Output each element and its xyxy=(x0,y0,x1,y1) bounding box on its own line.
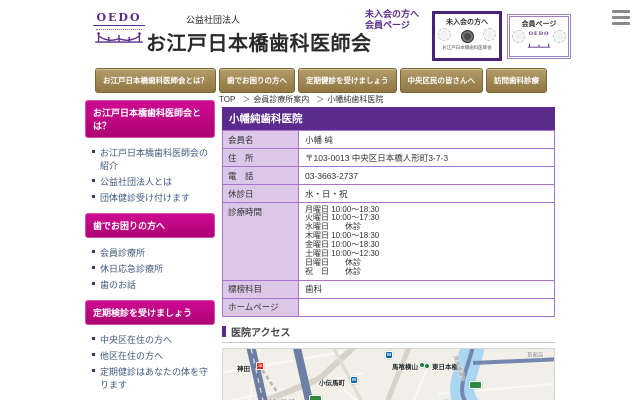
section-bar-icon xyxy=(222,326,226,337)
flower-decoration-icon xyxy=(553,30,566,43)
bullet-icon xyxy=(92,195,95,198)
toei-station-icon xyxy=(424,363,430,369)
banner-title: 会員ページ xyxy=(510,19,568,29)
logo-subtext-line xyxy=(96,27,142,30)
main-nav: お江戸日本橋歯科医師会とは？ 歯でお困りの方へ 定期健診を受けましょう 中央区民… xyxy=(95,68,547,93)
flower-decoration-icon xyxy=(438,28,451,41)
main-content: 小幡純歯科医院 会員名小幡 純 住 所〒103-0013 中央区日本橋人形町3-… xyxy=(222,107,555,400)
flower-decoration-icon xyxy=(483,28,496,41)
nav-about-button[interactable]: お江戸日本橋歯科医師会とは？ xyxy=(95,68,216,93)
clinic-info-table: 会員名小幡 純 住 所〒103-0013 中央区日本橋人形町3-7-3 電 話0… xyxy=(222,130,555,317)
menu-icon[interactable] xyxy=(612,10,630,28)
map-label-station: 馬喰横山 xyxy=(392,361,418,371)
bullet-icon xyxy=(92,353,95,356)
sidebar-header-checkup[interactable]: 定期検診を受けましょう xyxy=(85,300,215,325)
breadcrumb-current: 小幡純歯科医院 xyxy=(327,95,383,104)
dental-association-page: OEDO 公益社団法人 お江戸日本橋歯科医師会 未入会の方へ 会員ページ 未入会… xyxy=(0,0,640,400)
member-page-banner[interactable]: 会員ページ OEDO お江戸日本橋歯科医師会 xyxy=(507,14,571,59)
seal-emblem-icon xyxy=(461,30,474,43)
table-row: 住 所〒103-0013 中央区日本橋人形町3-7-3 xyxy=(223,149,555,167)
banner-caption: お江戸日本橋歯科医師会 xyxy=(435,45,499,51)
table-row: 電 話03-3663-2737 xyxy=(223,167,555,185)
member-links: 未入会の方へ 会員ページ xyxy=(365,9,419,32)
sidebar-item[interactable]: 休日応急診療所 xyxy=(92,260,215,276)
metro-station-icon: M xyxy=(350,376,358,384)
bullet-icon xyxy=(92,282,95,285)
map-label-station: 小伝馬町 xyxy=(319,377,345,387)
sidebar: お江戸日本橋歯科医師会とは？ お江戸日本橋歯科医師会の紹介 公益社団法人とは 団… xyxy=(85,100,215,400)
breadcrumb: TOP＞会員診療所案内＞小幡純歯科医院 xyxy=(219,94,383,105)
sidebar-item[interactable]: 会員診療所 xyxy=(92,244,215,260)
clinic-title: 小幡純歯科医院 xyxy=(222,107,555,130)
bullet-icon xyxy=(92,369,95,372)
sidebar-item[interactable]: 公益社団法人とは xyxy=(92,173,215,189)
route-shield-icon xyxy=(309,395,322,400)
nav-home-visit-button[interactable]: 訪問歯科診療 xyxy=(486,68,547,93)
sidebar-item[interactable]: 団体健診受け付けます xyxy=(92,189,215,205)
access-section-header: 医院アクセス xyxy=(222,324,555,343)
map-label-station: 新日本橋 xyxy=(269,397,295,400)
breadcrumb-clinic-list-link[interactable]: 会員診療所案内 xyxy=(253,95,309,104)
table-row: 休診日水・日・祝 xyxy=(223,185,555,203)
nonmember-banner[interactable]: 未入会の方へ お江戸日本橋歯科医師会 xyxy=(432,11,502,61)
sidebar-item[interactable]: 中央区在住の方へ xyxy=(92,331,215,347)
logo-oedo-text: OEDO xyxy=(93,11,145,26)
table-row: 標榜科目歯科 xyxy=(223,280,555,298)
map-label-road: 首都高 xyxy=(527,351,544,359)
sidebar-item[interactable]: 定期健診はあなたの体を守ります xyxy=(92,363,215,392)
nonmember-link[interactable]: 未入会の方へ xyxy=(365,9,419,19)
bullet-icon xyxy=(92,179,95,182)
sidebar-header-tooth-trouble[interactable]: 歯でお困りの方へ xyxy=(85,213,215,238)
bridge-icon xyxy=(527,42,551,50)
jr-station-icon: JR xyxy=(256,362,264,370)
bridge-icon xyxy=(93,31,145,48)
table-row: 会員名小幡 純 xyxy=(223,131,555,149)
banner-title: 未入会の方へ xyxy=(435,17,499,27)
bullet-icon xyxy=(92,150,95,153)
sidebar-item[interactable]: お江戸日本橋歯科医師会の紹介 xyxy=(92,144,215,173)
sidebar-header-about[interactable]: お江戸日本橋歯科医師会とは？ xyxy=(85,100,215,138)
route-shield-icon xyxy=(469,381,482,389)
bullet-icon xyxy=(92,250,95,253)
breadcrumb-top-link[interactable]: TOP xyxy=(219,95,235,104)
sidebar-item[interactable]: 歯のお話 xyxy=(92,276,215,292)
nav-chuo-residents-button[interactable]: 中央区民の皆さんへ xyxy=(400,68,484,93)
bullet-icon xyxy=(92,337,95,340)
metro-station-icon: M xyxy=(385,351,393,359)
map-embed[interactable]: 神田 JR 小伝馬町 M M 馬喰横山 東日本橋 新日本橋 三越前 M TOHO… xyxy=(222,348,555,400)
sidebar-item[interactable]: 他区在住の方へ xyxy=(92,347,215,363)
site-logo[interactable]: OEDO xyxy=(93,11,145,53)
member-page-link[interactable]: 会員ページ xyxy=(365,20,410,30)
banner-caption: お江戸日本橋歯科医師会 xyxy=(510,57,568,59)
flower-decoration-icon xyxy=(512,30,525,43)
nav-tooth-trouble-button[interactable]: 歯でお困りの方へ xyxy=(219,68,295,93)
org-type-label: 公益社団法人 xyxy=(186,13,240,26)
table-row: 診療時間月曜日 10:00～18:30 火曜日 10:00～17:30 水曜日 … xyxy=(223,203,555,281)
bullet-icon xyxy=(92,266,95,269)
site-title: お江戸日本橋歯科医師会 xyxy=(146,27,372,56)
nav-checkup-button[interactable]: 定期健診を受けましょう xyxy=(298,68,397,93)
table-row: ホームページ xyxy=(223,298,555,316)
map-label-station: 神田 xyxy=(237,363,250,373)
